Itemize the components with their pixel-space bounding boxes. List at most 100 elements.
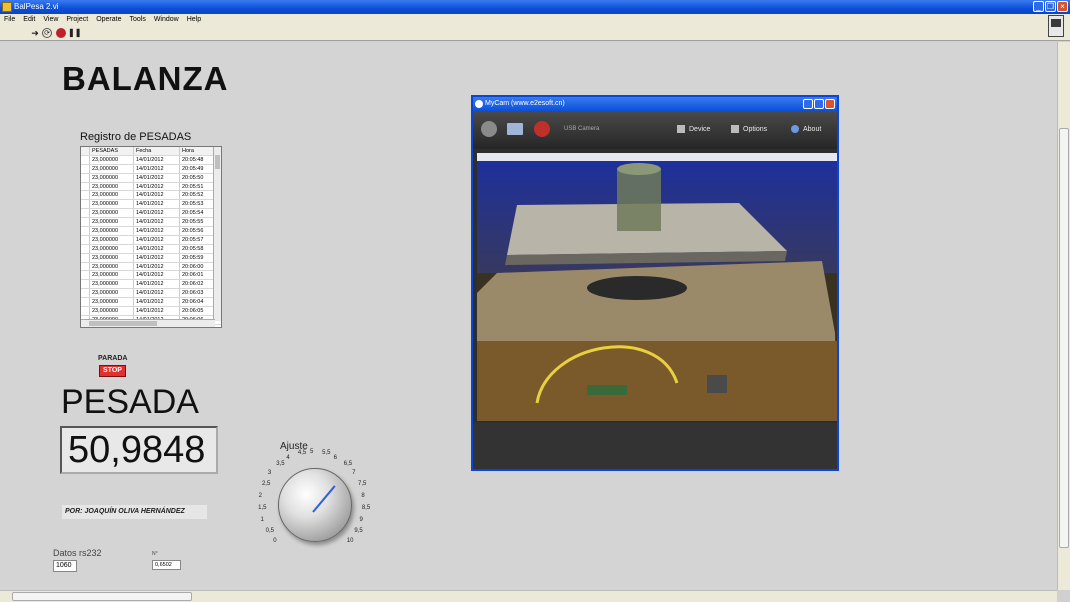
table-vscroll-thumb[interactable] <box>215 155 220 169</box>
registro-label: Registro de PESADAS <box>80 131 192 143</box>
vertical-scroll-thumb[interactable] <box>1059 128 1069 548</box>
mycam-titlebar: MyCam (www.e2esoft.cn) <box>473 97 837 111</box>
mycam-record-icon[interactable] <box>534 121 550 137</box>
table-cell: 20:05:54 <box>182 210 204 217</box>
knob-tick-label: 6,5 <box>343 461 353 468</box>
table-cell: 23,000000 <box>90 227 134 235</box>
table-cell: 23,000000 <box>90 280 134 289</box>
knob-tick-label: 3,5 <box>276 461 285 468</box>
menu-view[interactable]: View <box>43 14 58 26</box>
pesada-label: PESADA <box>61 383 199 421</box>
table-row[interactable]: 23,000000 14/01/2012 20:05:56 <box>81 227 221 236</box>
table-cell: 23,000000 <box>90 209 134 218</box>
table-row[interactable]: 23,000000 14/01/2012 20:05:55 <box>81 218 221 228</box>
table-cell: 20:06:03 <box>182 290 204 297</box>
table-row[interactable]: 23,000000 14/01/2012 20:05:52 <box>81 191 221 201</box>
knob-tick-label: 0 <box>273 537 277 544</box>
mycam-maximize-button[interactable] <box>814 99 824 109</box>
table-cell: 23,000000 <box>90 200 134 209</box>
abort-icon[interactable] <box>56 28 66 38</box>
table-cell: 20:06:04 <box>182 299 204 306</box>
vertical-scrollbar[interactable] <box>1057 42 1070 590</box>
registro-table[interactable]: PESADAS Fecha Hora 23,000000 14/01/2012 20… <box>80 146 222 328</box>
table-horizontal-scrollbar[interactable] <box>81 319 215 327</box>
table-cell: 23,000000 <box>90 307 134 315</box>
horizontal-scroll-thumb[interactable] <box>12 592 192 601</box>
run-arrow-icon[interactable]: ➜ <box>30 28 40 38</box>
table-cell: 23,000000 <box>90 173 134 182</box>
table-row[interactable]: 23,000000 14/01/2012 20:06:02 <box>81 280 221 290</box>
table-cell: 14/01/2012 <box>134 218 180 227</box>
table-cell: 20:06:02 <box>182 281 204 288</box>
device-icon <box>677 125 685 133</box>
table-row[interactable]: 23,000000 14/01/2012 20:06:03 <box>81 289 221 299</box>
close-button[interactable]: × <box>1057 1 1068 12</box>
mycam-pause-icon[interactable] <box>481 121 497 137</box>
menu-project[interactable]: Project <box>66 14 88 26</box>
stop-button[interactable]: STOP <box>99 365 126 377</box>
knob-tick-label: 7 <box>352 470 356 477</box>
table-row[interactable]: 23,000000 14/01/2012 20:05:48 <box>81 155 221 165</box>
mycam-about-menu[interactable]: About <box>791 125 821 133</box>
table-row[interactable]: 23,000000 14/01/2012 20:06:04 <box>81 298 221 308</box>
table-cell: 20:05:56 <box>182 228 204 235</box>
table-row[interactable]: 23,000000 14/01/2012 20:05:51 <box>81 182 221 192</box>
table-cell: 20:05:51 <box>182 183 204 190</box>
table-row[interactable]: 23,000000 14/01/2012 20:05:57 <box>81 235 221 245</box>
menu-operate[interactable]: Operate <box>96 14 121 26</box>
menu-edit[interactable]: Edit <box>23 14 35 26</box>
menu-bar: File Edit View Project Operate Tools Win… <box>0 14 1070 26</box>
ajuste-knob[interactable] <box>278 468 352 542</box>
author-label: POR: JOAQUÍN OLIVA HERNÁNDEZ <box>62 505 207 519</box>
table-cell: 20:05:52 <box>182 192 204 199</box>
table-row[interactable]: 23,000000 14/01/2012 20:06:05 <box>81 307 221 316</box>
mycam-minimize-button[interactable] <box>803 99 813 109</box>
menu-file[interactable]: File <box>4 14 15 26</box>
knob-tick-label: 8 <box>361 492 365 499</box>
table-cell: 14/01/2012 <box>134 271 180 280</box>
parada-label: PARADA <box>98 355 128 362</box>
table-cell: 14/01/2012 <box>134 173 180 182</box>
minimize-button[interactable]: _ <box>1033 1 1044 12</box>
table-row[interactable]: 23,000000 14/01/2012 20:06:01 <box>81 271 221 281</box>
mycam-close-button[interactable] <box>825 99 835 109</box>
knob-tick-label: 9,5 <box>354 528 363 535</box>
table-row[interactable]: 23,000000 14/01/2012 20:05:54 <box>81 209 221 219</box>
table-row[interactable]: 23,000000 14/01/2012 20:06:00 <box>81 262 221 272</box>
menu-window[interactable]: Window <box>154 14 179 26</box>
knob-tick-label: 9 <box>359 517 363 524</box>
table-cell: 20:05:59 <box>182 254 204 261</box>
restore-button[interactable]: ❐ <box>1045 1 1056 12</box>
table-row[interactable]: 23,000000 14/01/2012 20:05:59 <box>81 253 221 263</box>
knob-tick-label: 3 <box>267 470 272 477</box>
knob-tick-label: 1,5 <box>258 505 267 512</box>
run-continuously-icon[interactable]: ⟳ <box>42 28 52 38</box>
table-cell: 14/01/2012 <box>134 298 180 307</box>
mycam-options-menu[interactable]: Options <box>731 125 767 133</box>
window-controls: _ ❐ × <box>1033 1 1068 12</box>
mycam-device-menu[interactable]: Device <box>677 125 710 133</box>
table-cell: 23,000000 <box>90 271 134 280</box>
table-cell: 14/01/2012 <box>134 289 180 298</box>
table-row[interactable]: 23,000000 14/01/2012 20:05:49 <box>81 164 221 174</box>
mycam-snapshot-icon[interactable] <box>507 123 523 135</box>
table-vertical-scrollbar[interactable] <box>213 147 221 321</box>
table-row[interactable]: 23,000000 14/01/2012 20:05:58 <box>81 244 221 254</box>
table-hscroll-thumb[interactable] <box>89 321 157 326</box>
table-row[interactable]: 23,000000 14/01/2012 20:05:50 <box>81 173 221 183</box>
horizontal-scrollbar[interactable] <box>0 590 1057 602</box>
knob-tick-label: 5,5 <box>322 450 331 457</box>
table-cell: 14/01/2012 <box>134 235 180 244</box>
menu-help[interactable]: Help <box>187 14 201 26</box>
table-cell: 20:05:58 <box>182 245 204 252</box>
mycam-window-controls <box>803 99 835 109</box>
table-cell: 14/01/2012 <box>134 253 180 262</box>
menu-tools[interactable]: Tools <box>129 14 145 26</box>
table-cell: 14/01/2012 <box>134 155 180 164</box>
mycam-app-icon <box>475 100 483 108</box>
table-cell: 20:05:57 <box>182 236 204 243</box>
pause-icon[interactable]: ❚❚ <box>68 28 81 38</box>
table-body: 23,000000 14/01/2012 20:05:48 23,000000 14/0… <box>81 155 221 325</box>
table-row[interactable]: 23,000000 14/01/2012 20:05:53 <box>81 200 221 210</box>
table-cell: 20:06:00 <box>182 263 204 270</box>
